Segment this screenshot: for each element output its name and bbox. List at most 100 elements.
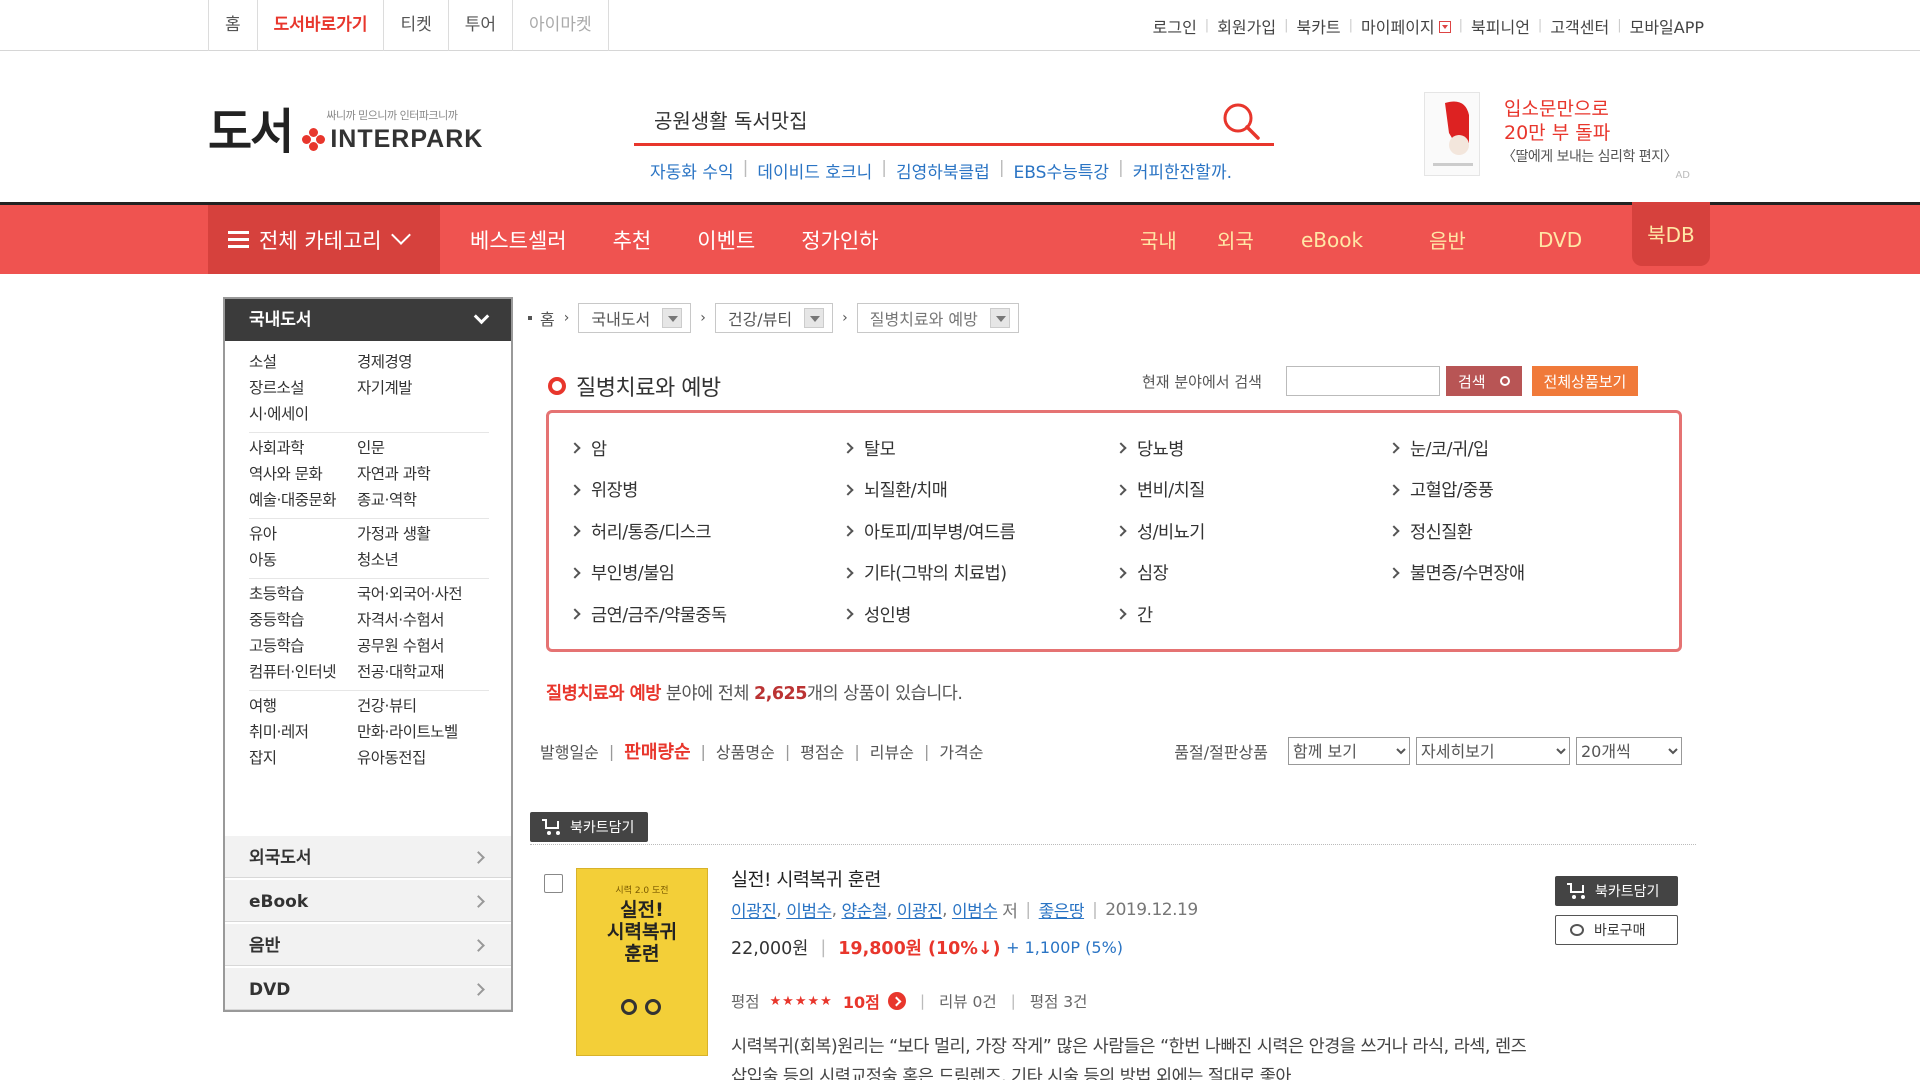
sidebar-dvd[interactable]: DVD [225,966,511,1010]
sidebar-domestic-books[interactable]: 국내도서 [225,299,511,341]
page-size-select[interactable]: 20개씩 [1576,737,1682,765]
sidebar-item[interactable]: 청소년 [357,549,489,572]
sidebar-item[interactable]: 잡지 [249,747,357,770]
bookcart-link[interactable]: 북카트 [1296,14,1340,38]
sidebar-item[interactable]: 자격서·수험서 [357,609,489,632]
subcategory-link[interactable]: 간 [1115,601,1390,627]
header-ad-banner[interactable]: 입소문만으로 20만 부 돌파 〈딸에게 보내는 심리학 편지〉 AD [1424,92,1704,184]
sidebar-item[interactable]: 장르소설 [249,377,357,400]
tab-ticket[interactable]: 티켓 [384,0,449,51]
sidebar-item[interactable]: 가정과 생활 [357,523,489,546]
breadcrumb-home[interactable]: 홈 [540,306,555,330]
sidebar-foreign-books[interactable]: 외국도서 [225,834,511,878]
author-link[interactable]: 이광진 [897,897,943,922]
subcategory-link[interactable]: 금연/금주/약물중독 [569,601,844,627]
customer-center-link[interactable]: 고객센터 [1550,14,1609,38]
sidebar-item[interactable]: 아동 [249,549,357,572]
subcategory-link[interactable]: 불면증/수면장애 [1388,560,1663,586]
nav-foreign[interactable]: 외국 [1217,225,1254,254]
sidebar-item[interactable]: 종교·역학 [357,489,489,512]
author-link[interactable]: 이범수 [952,897,998,922]
subcategory-link[interactable]: 아토피/피부병/여드름 [842,518,1117,544]
site-logo[interactable]: 도서 싸니까 믿으니까 인터파크니까 INTERPARK [208,100,483,160]
subcategory-link[interactable]: 뇌질환/치매 [842,477,1117,503]
nav-ebook[interactable]: eBook [1301,228,1363,252]
view-all-products-button[interactable]: 전체상품보기 [1531,366,1639,396]
sidebar-item[interactable]: 전공·대학교재 [357,661,489,684]
subcategory-link[interactable]: 위장병 [569,477,844,503]
sidebar-item[interactable]: 취미·레저 [249,721,357,744]
keyword-link[interactable]: EBS수능특강 [1014,158,1109,183]
breadcrumb-select-domestic[interactable]: 국내도서 [578,303,692,333]
tab-home[interactable]: 홈 [209,0,258,51]
author-link[interactable]: 이광진 [731,897,777,922]
tab-imarket[interactable]: 아이마켓 [513,0,609,51]
sidebar-item[interactable]: 컴퓨터·인터넷 [249,661,357,684]
sidebar-item[interactable]: 소설 [249,351,357,374]
sidebar-item[interactable]: 건강·뷰티 [357,695,489,718]
view-mode-select[interactable]: 자세히보기 [1416,737,1570,765]
item-checkbox[interactable] [544,874,563,893]
add-to-cart-button[interactable]: 북카트담기 [1555,876,1678,906]
sort-by-sales[interactable]: 판매량순 [614,738,700,764]
sidebar-item[interactable]: 사회과학 [249,437,357,460]
subcategory-link[interactable]: 기타(그밖의 치료법) [842,560,1117,586]
subcategory-link[interactable]: 변비/치질 [1115,477,1390,503]
mypage-link[interactable]: 마이페이지 [1361,14,1435,38]
sort-by-name[interactable]: 상품명순 [706,739,785,763]
subcategory-link[interactable]: 성/비뇨기 [1115,518,1390,544]
keyword-link[interactable]: 김영하북클럽 [896,158,990,183]
rating-count[interactable]: 평점 3건 [1030,990,1088,1012]
bookpinion-link[interactable]: 북피니언 [1471,14,1530,38]
soldout-filter-select[interactable]: 함께 보기 [1288,737,1410,765]
keyword-link[interactable]: 데이비드 호크니 [757,158,872,183]
tab-tour[interactable]: 투어 [449,0,514,51]
sidebar-item[interactable]: 고등학습 [249,635,357,658]
book-cover-image[interactable]: 시력 2.0 도전 실전! 시력복귀 훈련 [576,868,708,1056]
keyword-link[interactable]: 커피한잔할까. [1133,158,1232,183]
sidebar-item[interactable]: 중등학습 [249,609,357,632]
search-icon[interactable] [1220,100,1262,142]
sidebar-item[interactable]: 경제경영 [357,351,489,374]
search-input[interactable] [634,96,1194,142]
sidebar-item[interactable]: 여행 [249,695,357,718]
signup-link[interactable]: 회원가입 [1217,14,1276,38]
login-link[interactable]: 로그인 [1153,14,1197,38]
sidebar-item[interactable]: 역사와 문화 [249,463,357,486]
sidebar-ebook[interactable]: eBook [225,878,511,922]
subcategory-link[interactable]: 심장 [1115,560,1390,586]
nav-recommend[interactable]: 추천 [613,225,652,255]
subcategory-link[interactable]: 눈/코/귀/입 [1388,435,1663,461]
author-link[interactable]: 양순철 [841,897,887,922]
nav-bookdb[interactable]: 북DB [1632,202,1710,266]
publisher-link[interactable]: 좋은땅 [1039,897,1085,922]
sort-by-review[interactable]: 리뷰순 [860,739,924,763]
breadcrumb-select-disease[interactable]: 질병치료와 예방 [856,303,1019,333]
subcategory-link[interactable]: 허리/통증/디스크 [569,518,844,544]
sidebar-item[interactable]: 초등학습 [249,583,357,606]
sidebar-item[interactable]: 국어·외국어·사전 [357,583,489,606]
review-count[interactable]: 리뷰 0건 [939,990,997,1012]
sidebar-item[interactable]: 시·에세이 [249,403,357,426]
nav-event[interactable]: 이벤트 [697,225,755,255]
sort-by-rating[interactable]: 평점순 [790,739,854,763]
subcategory-link[interactable]: 정신질환 [1388,518,1663,544]
sidebar-item[interactable]: 자기계발 [357,377,489,400]
all-category-button[interactable]: 전체 카테고리 [208,205,440,274]
buy-now-button[interactable]: 바로구매 [1555,915,1678,945]
nav-bestseller[interactable]: 베스트셀러 [470,225,567,255]
sort-by-price[interactable]: 가격순 [929,739,993,763]
sidebar-music[interactable]: 음반 [225,922,511,966]
subcategory-link[interactable]: 고혈압/중풍 [1388,477,1663,503]
book-title[interactable]: 실전! 시력복귀 훈련 [731,866,881,892]
author-link[interactable]: 이범수 [786,897,832,922]
sidebar-item[interactable]: 만화·라이트노벨 [357,721,489,744]
subcategory-link[interactable]: 암 [569,435,844,461]
subcategory-link[interactable]: 성인병 [842,601,1117,627]
sidebar-item[interactable]: 인문 [357,437,489,460]
mypage-dropdown-icon[interactable] [1438,20,1451,33]
sidebar-item[interactable]: 유아 [249,523,357,546]
keyword-link[interactable]: 자동화 수익 [650,158,734,183]
subcategory-link[interactable]: 당뇨병 [1115,435,1390,461]
in-category-search-button[interactable]: 검색 [1445,366,1522,396]
